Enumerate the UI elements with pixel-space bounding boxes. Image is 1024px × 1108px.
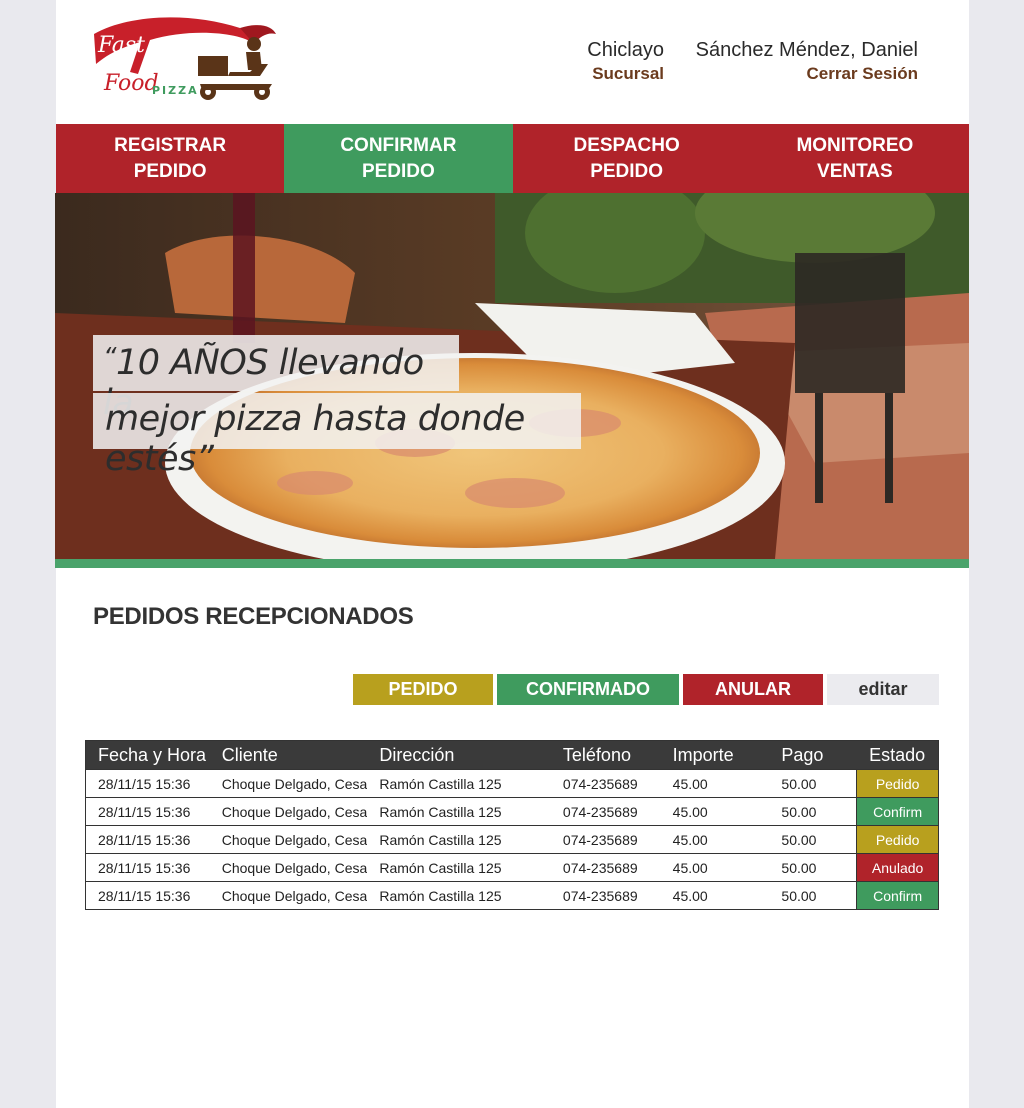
col-header-telefono[interactable]: Teléfono — [551, 745, 661, 766]
table-row[interactable]: 28/11/15 15:36 Choque Delgado, Cesa Ramó… — [86, 769, 939, 797]
cell-cliente: Choque Delgado, Cesa — [221, 803, 368, 820]
col-header-importe[interactable]: Importe — [661, 745, 770, 766]
status-badge[interactable]: Pedido — [856, 826, 939, 853]
cell-cliente: Choque Delgado, Cesa — [221, 775, 368, 792]
status-badge[interactable]: Confirm — [856, 882, 939, 909]
main-nav: REGISTRAR PEDIDO CONFIRMAR PEDIDO DESPAC… — [56, 124, 969, 193]
cell-cliente: Choque Delgado, Cesa — [221, 859, 368, 876]
user-name: Sánchez Méndez, Daniel — [695, 39, 918, 61]
branch-info: Chiclayo Sucursal — [536, 38, 664, 86]
col-header-estado[interactable]: Estado — [856, 741, 938, 769]
confirmado-button[interactable]: CONFIRMADO — [497, 674, 679, 705]
nav-item-label: CONFIRMAR — [340, 134, 457, 156]
cell-telefono: 074-235689 — [562, 803, 638, 820]
nav-confirmar-pedido[interactable]: CONFIRMAR PEDIDO — [284, 124, 513, 193]
nav-item-label: VENTAS — [817, 160, 893, 182]
nav-item-label: PEDIDO — [361, 160, 435, 182]
editar-button[interactable]: editar — [827, 674, 939, 705]
col-header-fecha[interactable]: Fecha y Hora — [86, 745, 210, 766]
table-header: Fecha y Hora Cliente Dirección Teléfono … — [86, 741, 938, 769]
status-badge[interactable]: Pedido — [856, 770, 939, 797]
cell-pago: 50.00 — [781, 803, 817, 820]
cell-direccion: Ramón Castilla 125 — [379, 859, 502, 876]
hero-quote-line-1: “10 AÑOS llevando la — [93, 335, 459, 423]
cell-fecha: 28/11/15 15:36 — [98, 831, 191, 848]
cell-pago: 50.00 — [781, 831, 817, 848]
page: Fast Food PIZZA Chiclayo Sucursal Sánche… — [55, 0, 969, 1108]
status-badge[interactable]: Anulado — [856, 854, 939, 881]
cell-telefono: 074-235689 — [562, 831, 638, 848]
nav-item-label: PEDIDO — [133, 160, 207, 182]
hero-divider — [55, 559, 969, 568]
nav-item-label: MONITOREO — [796, 134, 914, 156]
cell-fecha: 28/11/15 15:36 — [98, 803, 191, 820]
cell-importe: 45.00 — [672, 859, 708, 876]
col-header-cliente[interactable]: Cliente — [210, 745, 368, 766]
fast-food-pizza-logo[interactable]: Fast Food PIZZA — [90, 14, 280, 106]
cell-cliente: Choque Delgado, Cesa — [221, 831, 368, 848]
cell-telefono: 074-235689 — [562, 775, 638, 792]
pedido-filter-button[interactable]: PEDIDO — [353, 674, 493, 705]
status-badge[interactable]: Confirm — [856, 798, 939, 825]
table-row[interactable]: 28/11/15 15:36 Choque Delgado, Cesa Ramó… — [86, 853, 939, 881]
orders-table: Fecha y Hora Cliente Dirección Teléfono … — [85, 740, 939, 910]
user-info: Sánchez Méndez, Daniel Cerrar Sesión — [656, 38, 918, 86]
branch-city: Chiclayo — [587, 39, 664, 61]
cell-pago: 50.00 — [781, 859, 817, 876]
anular-button[interactable]: ANULAR — [683, 674, 823, 705]
svg-text:Fast: Fast — [97, 33, 145, 58]
cell-importe: 45.00 — [672, 887, 708, 904]
nav-monitoreo-ventas[interactable]: MONITOREO VENTAS — [741, 124, 969, 193]
table-row[interactable]: 28/11/15 15:36 Choque Delgado, Cesa Ramó… — [86, 881, 939, 909]
logout-link[interactable]: Cerrar Sesión — [656, 62, 919, 86]
svg-text:Food: Food — [103, 71, 159, 96]
cell-fecha: 28/11/15 15:36 — [98, 859, 191, 876]
cell-fecha: 28/11/15 15:36 — [98, 775, 191, 792]
nav-item-label: DESPACHO — [573, 134, 680, 156]
cell-importe: 45.00 — [672, 803, 708, 820]
table-row[interactable]: 28/11/15 15:36 Choque Delgado, Cesa Ramó… — [86, 825, 939, 853]
cell-direccion: Ramón Castilla 125 — [379, 887, 502, 904]
cell-telefono: 074-235689 — [562, 859, 638, 876]
hero-banner: “10 AÑOS llevando la mejor pizza hasta d… — [55, 193, 969, 559]
cell-importe: 45.00 — [672, 775, 708, 792]
hero-quote-line-2: mejor pizza hasta donde estés” — [93, 393, 581, 479]
nav-despacho-pedido[interactable]: DESPACHO PEDIDO — [513, 124, 741, 193]
cell-direccion: Ramón Castilla 125 — [379, 803, 502, 820]
cell-direccion: Ramón Castilla 125 — [379, 775, 502, 792]
nav-item-label: PEDIDO — [590, 160, 664, 182]
cell-pago: 50.00 — [781, 887, 817, 904]
cell-importe: 45.00 — [672, 831, 708, 848]
cell-telefono: 074-235689 — [562, 887, 638, 904]
svg-text:PIZZA: PIZZA — [152, 84, 199, 97]
open-quote-mark: “ — [103, 343, 116, 373]
col-header-direccion[interactable]: Dirección — [367, 745, 551, 766]
nav-item-label: REGISTRAR — [114, 134, 227, 156]
table-row[interactable]: 28/11/15 15:36 Choque Delgado, Cesa Ramó… — [86, 797, 939, 825]
cell-direccion: Ramón Castilla 125 — [379, 831, 502, 848]
page-title: PEDIDOS RECEPCIONADOS — [93, 603, 414, 630]
cell-cliente: Choque Delgado, Cesa — [221, 887, 368, 904]
branch-label: Sucursal — [592, 64, 664, 83]
col-header-pago[interactable]: Pago — [769, 745, 856, 766]
cell-fecha: 28/11/15 15:36 — [98, 887, 191, 904]
nav-registrar-pedido[interactable]: REGISTRAR PEDIDO — [56, 124, 284, 193]
cell-pago: 50.00 — [781, 775, 817, 792]
close-quote-mark: ” — [195, 439, 214, 479]
